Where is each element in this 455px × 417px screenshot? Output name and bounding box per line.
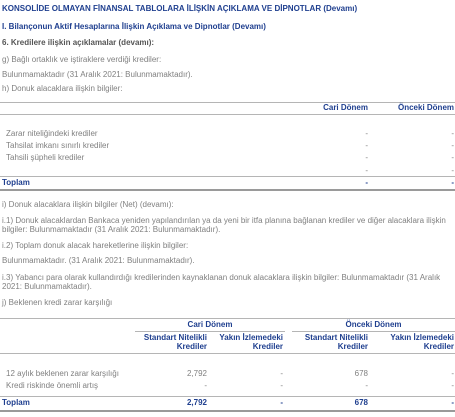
cell: - <box>451 398 454 407</box>
divider <box>0 176 455 177</box>
cell: - <box>451 381 454 390</box>
row-label: Tahsilat imkanı sınırlı krediler <box>6 141 110 150</box>
divider <box>0 353 455 354</box>
j-heading: j) Beklenen kredi zarar karşılığı <box>2 298 113 307</box>
cell: - <box>365 166 368 175</box>
col-onceki: Önceki Dönem <box>397 103 454 112</box>
divider <box>0 318 455 319</box>
cell: - <box>365 141 368 150</box>
total-label: Toplam <box>2 178 30 187</box>
cell: - <box>280 369 283 378</box>
cell: - <box>365 178 368 187</box>
g-text: Bulunmamaktadır (31 Aralık 2021: Bulunma… <box>2 70 193 79</box>
cell: - <box>280 398 283 407</box>
i1-text: bilgiler: Bulunmamaktadır (31 Aralık 202… <box>2 225 221 234</box>
cell: - <box>204 381 207 390</box>
divider <box>0 410 455 412</box>
cell: - <box>451 369 454 378</box>
divider <box>292 331 455 332</box>
i-heading: i) Donuk alacaklara ilişkin bilgiler (Ne… <box>2 200 174 209</box>
divider <box>0 114 455 115</box>
cell: - <box>365 381 368 390</box>
cell: - <box>365 129 368 138</box>
divider <box>0 189 455 191</box>
group-onceki: Önceki Dönem <box>345 320 402 329</box>
cell: - <box>451 141 454 150</box>
row-label: 12 aylık beklenen zarar karşılığı <box>6 369 119 378</box>
cell: - <box>451 153 454 162</box>
i2-heading: i.2) Toplam donuk alacak hareketlerine i… <box>2 241 189 250</box>
cell: - <box>280 381 283 390</box>
subsection-title: 6. Kredilere ilişkin açıklamalar (devamı… <box>2 38 155 47</box>
group-cari: Cari Dönem <box>187 320 233 329</box>
cell: - <box>451 178 454 187</box>
row-label: Zarar niteliğindeki krediler <box>6 129 98 138</box>
cell: 678 <box>354 369 368 378</box>
h-heading: h) Donuk alacaklara ilişkin bilgiler: <box>2 84 123 93</box>
divider <box>0 102 455 103</box>
col-header: Krediler <box>423 342 454 351</box>
section-title: I. Bilançonun Aktif Hesaplarına İlişkin … <box>2 22 266 31</box>
cell: 2,792 <box>186 369 207 378</box>
page-title: KONSOLİDE OLMAYAN FİNANSAL TABLOLARA İLİ… <box>2 4 358 13</box>
row-label: Kredi riskinde önemli artış <box>6 381 99 390</box>
i3-text: 2021: Bulunmamaktadır). <box>2 282 92 291</box>
cell: - <box>451 129 454 138</box>
cell: 2,792 <box>186 398 207 407</box>
divider <box>0 396 455 397</box>
g-heading: g) Bağlı ortaklık ve iştiraklere verdiği… <box>2 55 162 64</box>
divider <box>135 331 285 332</box>
cell: - <box>451 166 454 175</box>
cell: - <box>365 153 368 162</box>
col-cari: Cari Dönem <box>323 103 368 112</box>
col-header: Krediler <box>176 342 207 351</box>
i2-text: Bulunmamaktadır. (31 Aralık 2021: Bulunm… <box>2 256 195 265</box>
col-header: Krediler <box>252 342 283 351</box>
row-label: Tahsili şüpheli krediler <box>6 153 85 162</box>
total-label: Toplam <box>2 398 30 407</box>
col-header: Krediler <box>337 342 368 351</box>
cell: 678 <box>354 398 368 407</box>
